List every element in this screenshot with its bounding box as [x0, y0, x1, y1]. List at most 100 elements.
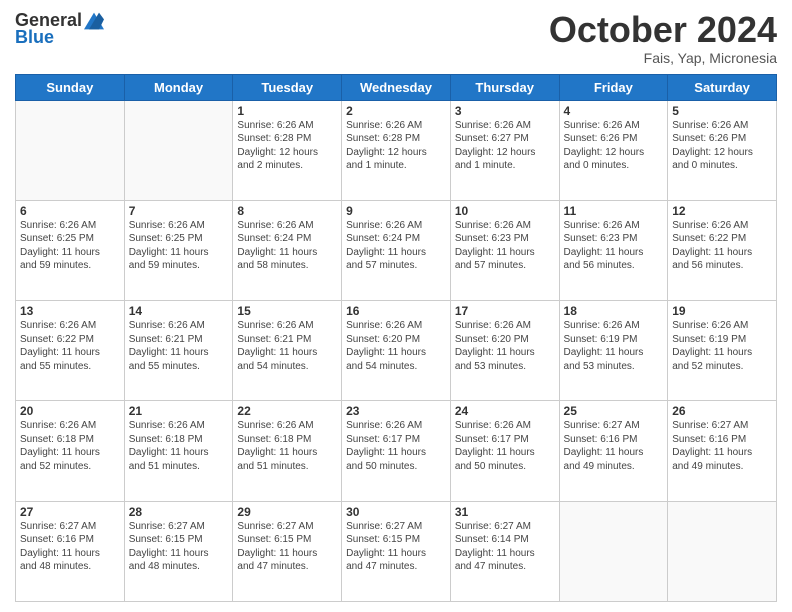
col-sunday: Sunday — [16, 74, 125, 100]
day-info: Sunrise: 6:26 AMSunset: 6:24 PMDaylight:… — [237, 219, 337, 273]
day-number: 15 — [237, 304, 337, 318]
table-row: 13Sunrise: 6:26 AMSunset: 6:22 PMDayligh… — [16, 301, 125, 401]
col-friday: Friday — [559, 74, 668, 100]
day-number: 28 — [129, 505, 229, 519]
table-row: 2Sunrise: 6:26 AMSunset: 6:28 PMDaylight… — [342, 100, 451, 200]
table-row: 21Sunrise: 6:26 AMSunset: 6:18 PMDayligh… — [124, 401, 233, 501]
table-row: 4Sunrise: 6:26 AMSunset: 6:26 PMDaylight… — [559, 100, 668, 200]
day-number: 14 — [129, 304, 229, 318]
day-info: Sunrise: 6:26 AMSunset: 6:18 PMDaylight:… — [237, 419, 337, 473]
table-row: 25Sunrise: 6:27 AMSunset: 6:16 PMDayligh… — [559, 401, 668, 501]
table-row: 23Sunrise: 6:26 AMSunset: 6:17 PMDayligh… — [342, 401, 451, 501]
day-info: Sunrise: 6:26 AMSunset: 6:21 PMDaylight:… — [237, 319, 337, 373]
day-info: Sunrise: 6:26 AMSunset: 6:23 PMDaylight:… — [564, 219, 664, 273]
table-row: 18Sunrise: 6:26 AMSunset: 6:19 PMDayligh… — [559, 301, 668, 401]
day-info: Sunrise: 6:27 AMSunset: 6:16 PMDaylight:… — [672, 419, 772, 473]
day-number: 17 — [455, 304, 555, 318]
day-number: 6 — [20, 204, 120, 218]
table-row: 1Sunrise: 6:26 AMSunset: 6:28 PMDaylight… — [233, 100, 342, 200]
day-info: Sunrise: 6:26 AMSunset: 6:17 PMDaylight:… — [346, 419, 446, 473]
day-info: Sunrise: 6:27 AMSunset: 6:16 PMDaylight:… — [564, 419, 664, 473]
day-info: Sunrise: 6:26 AMSunset: 6:21 PMDaylight:… — [129, 319, 229, 373]
table-row: 7Sunrise: 6:26 AMSunset: 6:25 PMDaylight… — [124, 200, 233, 300]
calendar-week-row: 27Sunrise: 6:27 AMSunset: 6:16 PMDayligh… — [16, 501, 777, 601]
day-info: Sunrise: 6:26 AMSunset: 6:20 PMDaylight:… — [455, 319, 555, 373]
day-info: Sunrise: 6:26 AMSunset: 6:20 PMDaylight:… — [346, 319, 446, 373]
day-number: 3 — [455, 104, 555, 118]
day-number: 2 — [346, 104, 446, 118]
day-info: Sunrise: 6:26 AMSunset: 6:24 PMDaylight:… — [346, 219, 446, 273]
day-number: 12 — [672, 204, 772, 218]
day-info: Sunrise: 6:27 AMSunset: 6:14 PMDaylight:… — [455, 520, 555, 574]
table-row: 6Sunrise: 6:26 AMSunset: 6:25 PMDaylight… — [16, 200, 125, 300]
day-number: 24 — [455, 404, 555, 418]
table-row — [124, 100, 233, 200]
table-row: 9Sunrise: 6:26 AMSunset: 6:24 PMDaylight… — [342, 200, 451, 300]
table-row: 29Sunrise: 6:27 AMSunset: 6:15 PMDayligh… — [233, 501, 342, 601]
calendar-week-row: 13Sunrise: 6:26 AMSunset: 6:22 PMDayligh… — [16, 301, 777, 401]
table-row: 10Sunrise: 6:26 AMSunset: 6:23 PMDayligh… — [450, 200, 559, 300]
table-row: 3Sunrise: 6:26 AMSunset: 6:27 PMDaylight… — [450, 100, 559, 200]
calendar-week-row: 1Sunrise: 6:26 AMSunset: 6:28 PMDaylight… — [16, 100, 777, 200]
calendar-week-row: 20Sunrise: 6:26 AMSunset: 6:18 PMDayligh… — [16, 401, 777, 501]
calendar-table: Sunday Monday Tuesday Wednesday Thursday… — [15, 74, 777, 602]
day-info: Sunrise: 6:26 AMSunset: 6:26 PMDaylight:… — [672, 119, 772, 173]
day-number: 29 — [237, 505, 337, 519]
logo: General Blue — [15, 10, 104, 48]
day-info: Sunrise: 6:27 AMSunset: 6:15 PMDaylight:… — [237, 520, 337, 574]
day-number: 20 — [20, 404, 120, 418]
table-row: 26Sunrise: 6:27 AMSunset: 6:16 PMDayligh… — [668, 401, 777, 501]
header: General Blue October 2024 Fais, Yap, Mic… — [15, 10, 777, 66]
day-info: Sunrise: 6:26 AMSunset: 6:23 PMDaylight:… — [455, 219, 555, 273]
day-number: 8 — [237, 204, 337, 218]
day-number: 19 — [672, 304, 772, 318]
table-row — [668, 501, 777, 601]
table-row — [559, 501, 668, 601]
table-row: 22Sunrise: 6:26 AMSunset: 6:18 PMDayligh… — [233, 401, 342, 501]
day-info: Sunrise: 6:27 AMSunset: 6:15 PMDaylight:… — [129, 520, 229, 574]
day-number: 7 — [129, 204, 229, 218]
day-number: 4 — [564, 104, 664, 118]
table-row: 8Sunrise: 6:26 AMSunset: 6:24 PMDaylight… — [233, 200, 342, 300]
table-row: 24Sunrise: 6:26 AMSunset: 6:17 PMDayligh… — [450, 401, 559, 501]
day-number: 27 — [20, 505, 120, 519]
table-row: 15Sunrise: 6:26 AMSunset: 6:21 PMDayligh… — [233, 301, 342, 401]
day-number: 22 — [237, 404, 337, 418]
table-row: 11Sunrise: 6:26 AMSunset: 6:23 PMDayligh… — [559, 200, 668, 300]
day-info: Sunrise: 6:26 AMSunset: 6:25 PMDaylight:… — [20, 219, 120, 273]
table-row: 19Sunrise: 6:26 AMSunset: 6:19 PMDayligh… — [668, 301, 777, 401]
col-thursday: Thursday — [450, 74, 559, 100]
month-title: October 2024 — [549, 10, 777, 50]
day-info: Sunrise: 6:26 AMSunset: 6:17 PMDaylight:… — [455, 419, 555, 473]
table-row: 12Sunrise: 6:26 AMSunset: 6:22 PMDayligh… — [668, 200, 777, 300]
day-number: 1 — [237, 104, 337, 118]
table-row: 20Sunrise: 6:26 AMSunset: 6:18 PMDayligh… — [16, 401, 125, 501]
day-info: Sunrise: 6:26 AMSunset: 6:28 PMDaylight:… — [237, 119, 337, 173]
day-number: 21 — [129, 404, 229, 418]
day-info: Sunrise: 6:27 AMSunset: 6:15 PMDaylight:… — [346, 520, 446, 574]
table-row: 28Sunrise: 6:27 AMSunset: 6:15 PMDayligh… — [124, 501, 233, 601]
day-info: Sunrise: 6:26 AMSunset: 6:22 PMDaylight:… — [672, 219, 772, 273]
logo-icon — [84, 11, 104, 31]
day-info: Sunrise: 6:26 AMSunset: 6:28 PMDaylight:… — [346, 119, 446, 173]
day-number: 9 — [346, 204, 446, 218]
calendar-header-row: Sunday Monday Tuesday Wednesday Thursday… — [16, 74, 777, 100]
day-number: 31 — [455, 505, 555, 519]
table-row: 16Sunrise: 6:26 AMSunset: 6:20 PMDayligh… — [342, 301, 451, 401]
day-number: 10 — [455, 204, 555, 218]
col-saturday: Saturday — [668, 74, 777, 100]
day-info: Sunrise: 6:26 AMSunset: 6:18 PMDaylight:… — [20, 419, 120, 473]
day-number: 26 — [672, 404, 772, 418]
day-number: 23 — [346, 404, 446, 418]
col-tuesday: Tuesday — [233, 74, 342, 100]
day-number: 11 — [564, 204, 664, 218]
day-info: Sunrise: 6:27 AMSunset: 6:16 PMDaylight:… — [20, 520, 120, 574]
day-number: 5 — [672, 104, 772, 118]
day-info: Sunrise: 6:26 AMSunset: 6:25 PMDaylight:… — [129, 219, 229, 273]
day-number: 16 — [346, 304, 446, 318]
calendar-week-row: 6Sunrise: 6:26 AMSunset: 6:25 PMDaylight… — [16, 200, 777, 300]
table-row: 17Sunrise: 6:26 AMSunset: 6:20 PMDayligh… — [450, 301, 559, 401]
col-wednesday: Wednesday — [342, 74, 451, 100]
day-info: Sunrise: 6:26 AMSunset: 6:27 PMDaylight:… — [455, 119, 555, 173]
logo-blue: Blue — [15, 27, 54, 48]
